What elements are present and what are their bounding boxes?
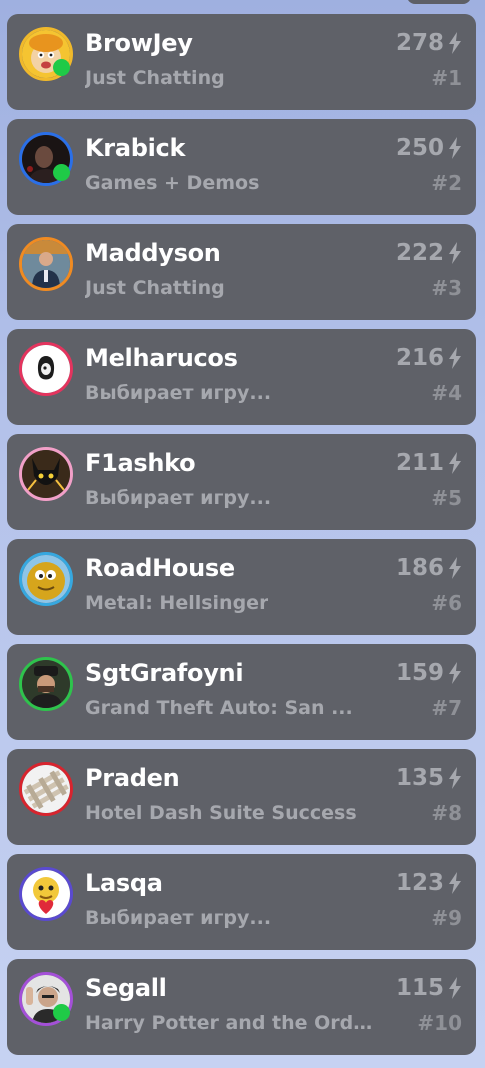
lightning-bolt-icon xyxy=(449,767,461,789)
lightning-bolt-icon xyxy=(449,137,461,159)
streamer-card[interactable]: Praden Hotel Dash Suite Success 135 #8 xyxy=(7,749,476,845)
streamer-card[interactable]: RoadHouse Metal: Hellsinger 186 #6 xyxy=(7,539,476,635)
points-number: 123 xyxy=(395,870,444,896)
points-number: 135 xyxy=(395,765,444,791)
streamer-name: F1ashko xyxy=(85,449,196,477)
points-value: 135 xyxy=(396,763,462,793)
points-number: 159 xyxy=(395,660,444,686)
points-number: 222 xyxy=(395,240,444,266)
rank-label: #9 xyxy=(431,906,462,930)
streamer-name: Segall xyxy=(85,974,167,1002)
previous-card-edge xyxy=(407,0,471,4)
lightning-bolt-icon xyxy=(449,452,461,474)
streamer-card[interactable]: Krabick Games + Demos 250 #2 xyxy=(7,119,476,215)
streamer-name: BrowJey xyxy=(85,29,193,57)
rank-label: #8 xyxy=(431,801,462,825)
rank-label: #5 xyxy=(431,486,462,510)
rank-label: #10 xyxy=(417,1011,462,1035)
streamer-card[interactable]: Melharucos Выбирает игру... 216 #4 xyxy=(7,329,476,425)
rank-label: #4 xyxy=(431,381,462,405)
streamer-name: SgtGrafoyni xyxy=(85,659,244,687)
rank-label: #3 xyxy=(431,276,462,300)
points-value: 211 xyxy=(396,448,462,478)
streamer-category: Выбирает игру... xyxy=(85,382,272,404)
streamer-card[interactable]: Segall Harry Potter and the Orde... 115 … xyxy=(7,959,476,1055)
points-value: 250 xyxy=(396,133,462,163)
lightning-bolt-icon xyxy=(449,977,461,999)
streamer-name: Maddyson xyxy=(85,239,221,267)
streamer-category: Games + Demos xyxy=(85,172,260,194)
streamer-name: Lasqa xyxy=(85,869,163,897)
points-value: 115 xyxy=(396,973,462,1003)
points-number: 115 xyxy=(395,975,444,1001)
lightning-bolt-icon xyxy=(449,347,461,369)
rank-label: #6 xyxy=(431,591,462,615)
points-value: 159 xyxy=(396,658,462,688)
rank-label: #7 xyxy=(431,696,462,720)
points-number: 250 xyxy=(395,135,444,161)
online-dot-icon xyxy=(53,1004,70,1021)
streamer-list: BrowJey Just Chatting 278 #1 Krabick Gam… xyxy=(7,14,476,1064)
lightning-bolt-icon xyxy=(449,242,461,264)
avatar xyxy=(19,657,73,711)
lightning-bolt-icon xyxy=(449,557,461,579)
points-number: 216 xyxy=(395,345,444,371)
points-value: 222 xyxy=(396,238,462,268)
lightning-bolt-icon xyxy=(449,32,461,54)
points-number: 186 xyxy=(395,555,444,581)
streamer-name: Melharucos xyxy=(85,344,238,372)
streamer-name: Praden xyxy=(85,764,180,792)
avatar xyxy=(19,447,73,501)
online-dot-icon xyxy=(53,164,70,181)
rank-label: #1 xyxy=(431,66,462,90)
online-dot-icon xyxy=(53,59,70,76)
rank-label: #2 xyxy=(431,171,462,195)
lightning-bolt-icon xyxy=(449,872,461,894)
streamer-category: Выбирает игру... xyxy=(85,907,272,929)
streamer-category: Hotel Dash Suite Success xyxy=(85,802,357,824)
streamer-category: Metal: Hellsinger xyxy=(85,592,269,614)
streamer-category: Grand Theft Auto: San ... xyxy=(85,697,353,719)
streamer-category: Выбирает игру... xyxy=(85,487,272,509)
lightning-bolt-icon xyxy=(449,662,461,684)
streamer-card[interactable]: Maddyson Just Chatting 222 #3 xyxy=(7,224,476,320)
avatar xyxy=(19,867,73,921)
streamer-card[interactable]: SgtGrafoyni Grand Theft Auto: San ... 15… xyxy=(7,644,476,740)
streamer-category: Harry Potter and the Orde... xyxy=(85,1012,381,1034)
streamer-card[interactable]: F1ashko Выбирает игру... 211 #5 xyxy=(7,434,476,530)
points-number: 278 xyxy=(395,30,444,56)
streamer-category: Just Chatting xyxy=(85,67,225,89)
points-number: 211 xyxy=(395,450,444,476)
streamer-name: RoadHouse xyxy=(85,554,235,582)
streamer-category: Just Chatting xyxy=(85,277,225,299)
points-value: 186 xyxy=(396,553,462,583)
avatar xyxy=(19,762,73,816)
avatar xyxy=(19,237,73,291)
avatar xyxy=(19,342,73,396)
streamer-name: Krabick xyxy=(85,134,186,162)
points-value: 123 xyxy=(396,868,462,898)
streamer-card[interactable]: Lasqa Выбирает игру... 123 #9 xyxy=(7,854,476,950)
streamer-card[interactable]: BrowJey Just Chatting 278 #1 xyxy=(7,14,476,110)
points-value: 216 xyxy=(396,343,462,373)
avatar xyxy=(19,552,73,606)
points-value: 278 xyxy=(396,28,462,58)
